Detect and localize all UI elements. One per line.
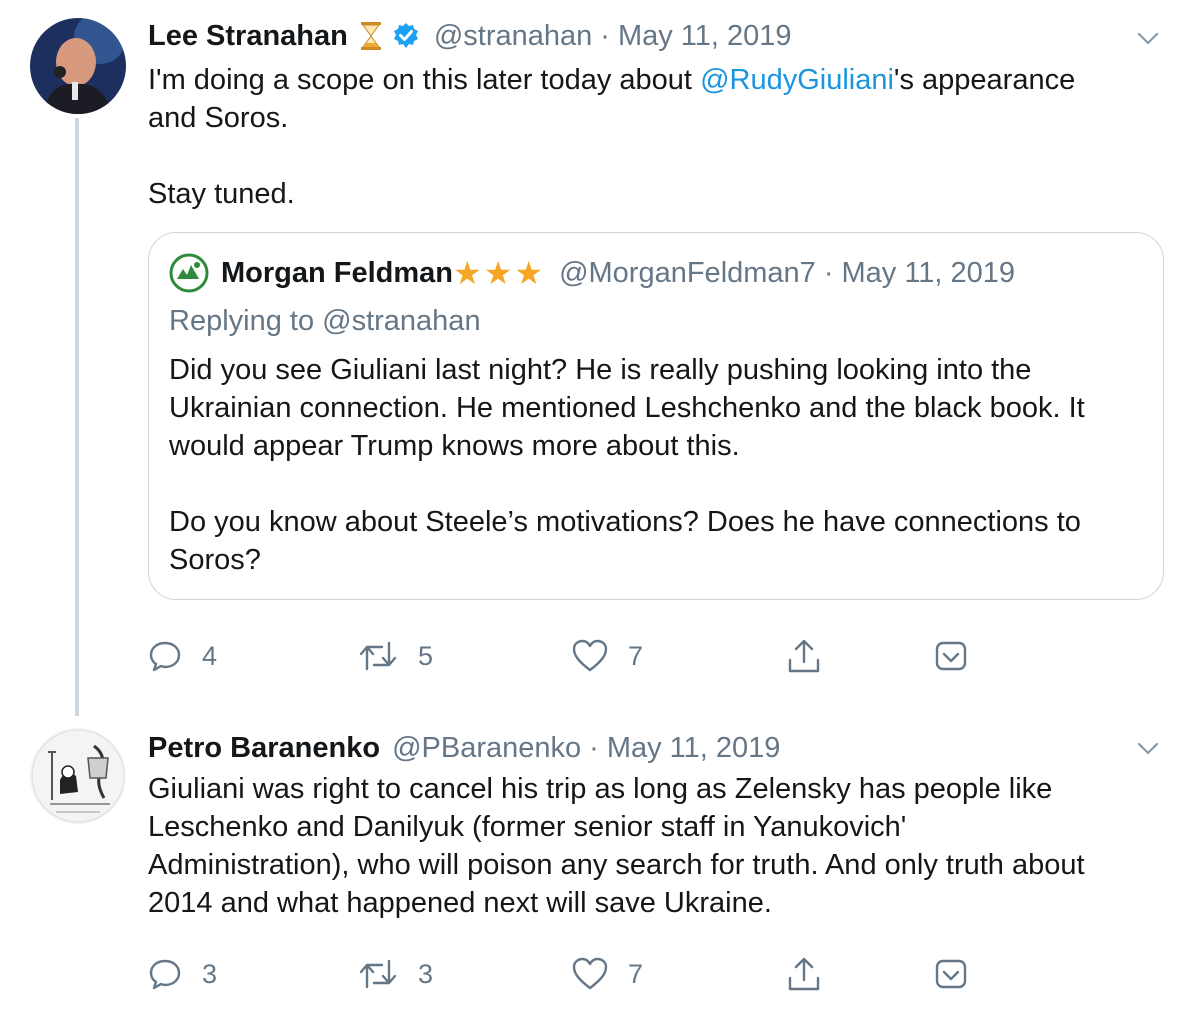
tweet-actions: 3 3 7 xyxy=(148,954,1148,994)
replying-to[interactable]: Replying to @stranahan xyxy=(169,305,481,338)
author-name[interactable]: Lee Stranahan xyxy=(148,18,348,54)
share-button[interactable] xyxy=(786,636,822,676)
retweet-count: 5 xyxy=(418,640,434,671)
tweet-text-part: I'm doing a scope on this later today ab… xyxy=(148,64,701,96)
separator-dot: · xyxy=(589,732,599,764)
share-button[interactable] xyxy=(786,954,822,994)
quoted-author-name[interactable]: Morgan Feldman xyxy=(221,257,453,290)
quoted-tweet-header: Morgan Feldman ★★★ @MorganFeldman7 · May… xyxy=(169,253,1015,293)
share-icon xyxy=(788,639,820,673)
tweet-text: I'm doing a scope on this later today ab… xyxy=(148,61,1158,213)
share-icon xyxy=(788,957,820,991)
like-count: 7 xyxy=(628,958,644,989)
separator-dot: · xyxy=(600,20,610,52)
quoted-tweet-text: Did you see Giuliani last night? He is r… xyxy=(169,354,1085,576)
verified-badge-icon xyxy=(392,22,420,50)
quoted-tweet-date[interactable]: May 11, 2019 xyxy=(841,257,1015,290)
reply-count: 3 xyxy=(202,958,218,989)
tweet-petro-baranenko[interactable]: Petro Baranenko @PBaranenko · May 11, 20… xyxy=(0,716,1192,1018)
hourglass-icon xyxy=(360,21,382,51)
tweet-date[interactable]: May 11, 2019 xyxy=(618,18,792,54)
tweet-header: Petro Baranenko @PBaranenko · May 11, 20… xyxy=(148,730,780,766)
tweet-lee-stranahan[interactable]: Lee Stranahan @stranahan · May 11, 2019 … xyxy=(0,0,1192,700)
avatar[interactable] xyxy=(30,18,126,114)
inbox-down-icon xyxy=(935,641,967,671)
like-button[interactable]: 7 xyxy=(572,954,643,994)
reply-icon xyxy=(149,641,181,672)
reply-button[interactable]: 3 xyxy=(148,954,217,994)
separator-dot: · xyxy=(823,256,834,289)
retweet-button[interactable]: 5 xyxy=(358,636,433,676)
inbox-down-icon xyxy=(935,959,967,989)
avatar[interactable] xyxy=(30,728,126,824)
reply-icon xyxy=(149,959,181,990)
retweet-icon xyxy=(359,641,397,671)
author-handle[interactable]: @stranahan xyxy=(434,18,592,54)
star-rating-icons: ★★★ xyxy=(453,255,546,291)
heart-icon xyxy=(572,639,608,672)
tweet-header: Lee Stranahan @stranahan · May 11, 2019 xyxy=(148,18,792,54)
tweet-actions: 4 5 7 xyxy=(148,636,1148,676)
mention-link[interactable]: @RudyGiuliani xyxy=(700,64,894,96)
retweet-button[interactable]: 3 xyxy=(358,954,433,994)
chevron-down-icon[interactable] xyxy=(1136,26,1160,50)
tweet-date[interactable]: May 11, 2019 xyxy=(607,730,781,766)
reply-button[interactable]: 4 xyxy=(148,636,217,676)
quoted-tweet[interactable]: Morgan Feldman ★★★ @MorganFeldman7 · May… xyxy=(148,232,1164,600)
reply-count: 4 xyxy=(202,640,218,671)
quoted-author-handle[interactable]: @MorganFeldman7 xyxy=(559,257,816,290)
tip-button[interactable] xyxy=(934,636,968,676)
heart-icon xyxy=(572,957,608,990)
tip-button[interactable] xyxy=(934,954,968,994)
author-handle[interactable]: @PBaranenko xyxy=(392,730,581,766)
chevron-down-icon[interactable] xyxy=(1136,736,1160,760)
quoted-avatar[interactable] xyxy=(169,253,209,293)
like-button[interactable]: 7 xyxy=(572,636,643,676)
retweet-count: 3 xyxy=(418,958,434,989)
tweet-text: Giuliani was right to cancel his trip as… xyxy=(148,773,1085,919)
author-name[interactable]: Petro Baranenko xyxy=(148,730,380,766)
retweet-icon xyxy=(359,959,397,989)
like-count: 7 xyxy=(628,640,644,671)
